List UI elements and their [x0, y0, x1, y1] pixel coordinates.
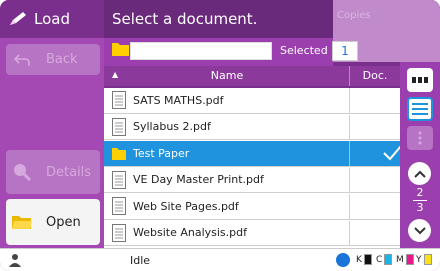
status-text: Idle [130, 254, 151, 267]
sidebar: Load Back Details Open [0, 0, 104, 248]
selected-label: Selected [280, 44, 328, 57]
cell-divider [349, 220, 350, 245]
magnifier-icon [10, 162, 34, 182]
folder-icon [112, 43, 129, 56]
ink-level-y: Y [416, 254, 432, 265]
scroll-up-button[interactable] [408, 162, 431, 185]
details-button[interactable]: Details [6, 150, 100, 194]
back-button-label: Back [46, 52, 78, 67]
ink-label: K [356, 254, 362, 265]
user-icon [9, 254, 21, 267]
ink-swatch [405, 254, 414, 265]
file-name: Web Site Pages.pdf [133, 199, 239, 213]
copies-label: Copies [337, 10, 371, 21]
document-icon [112, 197, 126, 216]
current-page: 2 [416, 186, 424, 199]
document-icon [112, 117, 126, 136]
total-pages: 3 [416, 201, 424, 214]
details-button-label: Details [46, 164, 92, 180]
thumbnail-grid-icon [412, 77, 428, 83]
vertical-dots-icon [418, 131, 422, 145]
cell-divider [349, 167, 350, 192]
column-doc[interactable]: Doc. [350, 69, 400, 82]
file-name: VE Day Master Print.pdf [133, 173, 264, 187]
ink-level-k: K [356, 254, 372, 265]
list-lines-icon [412, 103, 428, 115]
cell-divider [349, 141, 350, 166]
list-item[interactable]: Web Site Pages.pdf [104, 194, 400, 220]
sidebar-title: Load [0, 0, 104, 38]
network-icon[interactable] [336, 253, 350, 267]
ink-label: Y [416, 254, 422, 265]
file-name: SATS MATHS.pdf [133, 93, 224, 107]
status-bar: Idle K C M Y [0, 248, 440, 271]
page-indicator: 2 3 [404, 186, 436, 216]
list-view-button[interactable] [407, 97, 433, 121]
cell-divider [349, 194, 350, 219]
app-window: Load Back Details Open Select a document… [0, 0, 440, 271]
folder-icon [112, 148, 126, 161]
selected-count: 1 [332, 41, 358, 61]
ink-label: C [376, 254, 383, 265]
ink-swatch [384, 254, 393, 265]
file-list: SATS MATHS.pdf Syllabus 2.pdf Test Paper… [104, 88, 402, 248]
list-item[interactable]: VE Day Master Print.pdf [104, 167, 400, 193]
file-name: Website Analysis.pdf [133, 226, 248, 240]
chevron-down-icon [413, 226, 426, 234]
scroll-down-button[interactable] [408, 219, 431, 242]
file-name: Syllabus 2.pdf [133, 120, 211, 134]
document-icon [112, 91, 126, 110]
back-button[interactable]: Back [6, 44, 100, 75]
column-name[interactable]: Name [104, 69, 350, 82]
checkmark-icon [383, 145, 402, 161]
cell-divider [349, 88, 350, 113]
load-pen-icon [10, 12, 26, 25]
file-name: Test Paper [133, 146, 190, 160]
ink-level-c: C [376, 254, 393, 265]
thumbnail-view-button[interactable] [407, 68, 433, 92]
list-item[interactable]: Syllabus 2.pdf [104, 114, 400, 140]
document-icon [112, 223, 126, 242]
path-field[interactable] [130, 42, 272, 60]
list-item[interactable]: SATS MATHS.pdf [104, 88, 400, 114]
ink-swatch [423, 254, 432, 265]
open-button[interactable]: Open [6, 199, 100, 245]
document-icon [112, 170, 126, 189]
open-button-label: Open [46, 214, 81, 230]
list-item[interactable]: Website Analysis.pdf [104, 220, 400, 246]
cell-divider [349, 114, 350, 139]
open-folder-icon [10, 212, 34, 232]
table-header: ▲ Name Doc. [104, 66, 400, 86]
list-item-selected[interactable]: Test Paper [104, 141, 402, 167]
sidebar-title-label: Load [34, 10, 70, 28]
detail-view-button[interactable] [407, 126, 433, 150]
ink-level-m: M [396, 254, 414, 265]
ink-swatch [363, 254, 372, 265]
ink-label: M [396, 254, 404, 265]
back-arrow-icon [10, 50, 34, 70]
chevron-up-icon [413, 170, 426, 178]
